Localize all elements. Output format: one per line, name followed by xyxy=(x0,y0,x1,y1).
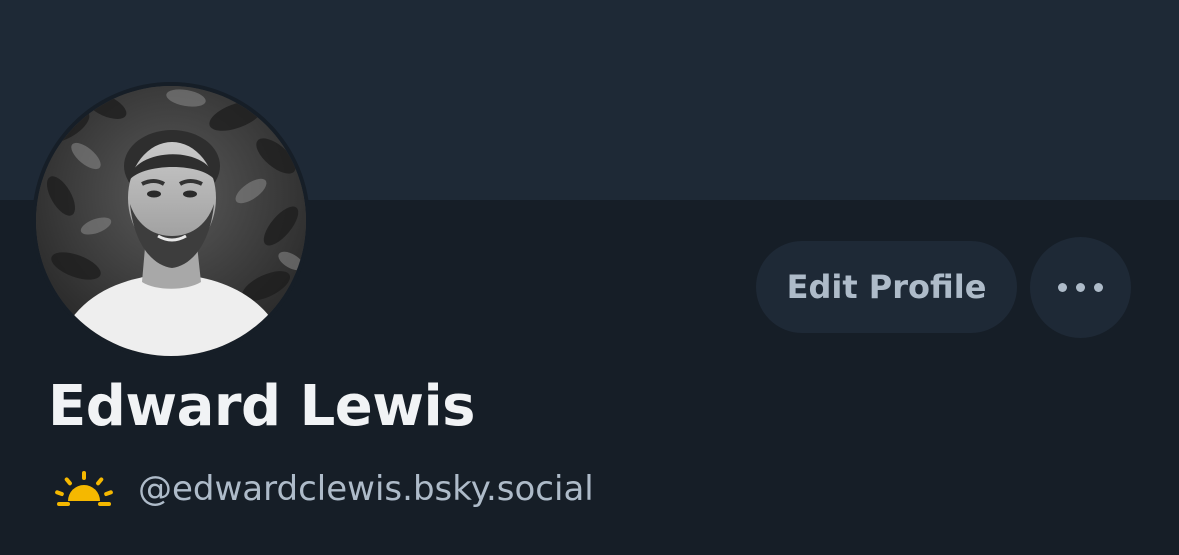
edit-profile-button[interactable]: Edit Profile xyxy=(756,241,1017,333)
sunrise-icon xyxy=(55,471,113,506)
profile-handle[interactable]: @edwardclewis.bsky.social xyxy=(138,466,594,512)
profile-header: Edit Profile Edward Lewis @edwardclewis.… xyxy=(0,0,1179,555)
profile-display-name: Edward Lewis xyxy=(48,374,476,439)
ellipsis-icon xyxy=(1058,283,1103,292)
avatar[interactable] xyxy=(36,86,306,356)
avatar-photo xyxy=(36,86,306,356)
handle-row: @edwardclewis.bsky.social xyxy=(52,466,594,512)
more-options-button[interactable] xyxy=(1030,237,1131,338)
